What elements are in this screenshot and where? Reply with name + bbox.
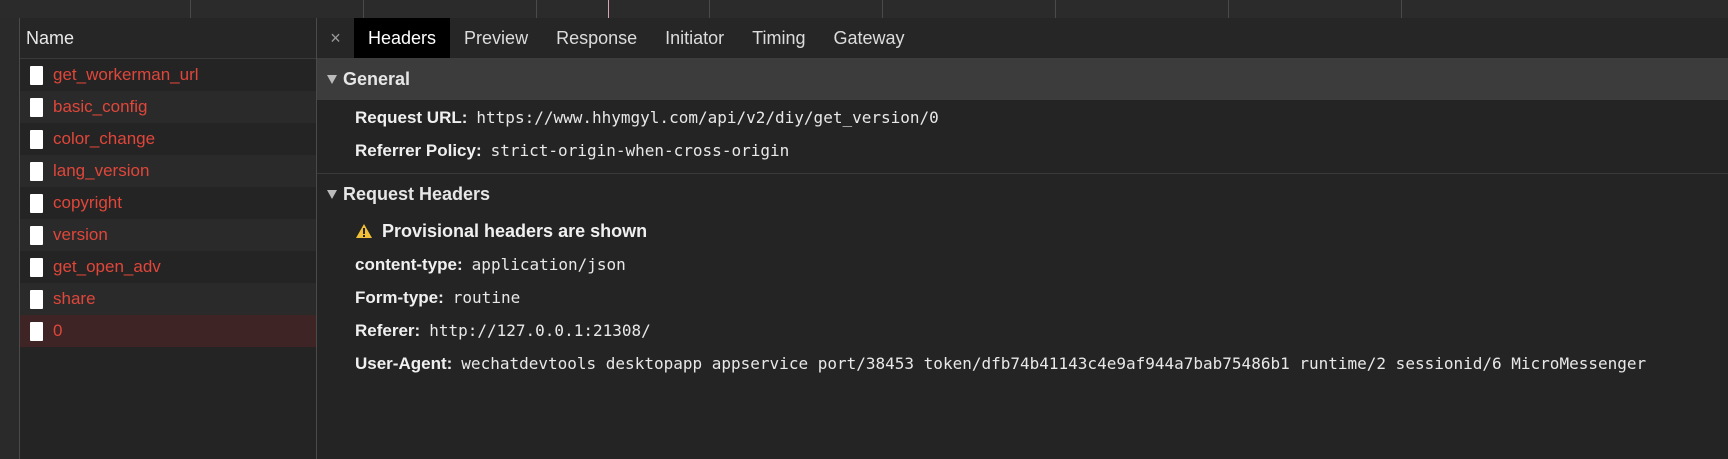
header-key: Form-type: [355,287,444,307]
document-icon [30,129,43,149]
header-key: content-type: [355,254,463,274]
timeline-gridline [709,0,710,18]
timeline-gridline [190,0,191,18]
document-icon [30,161,43,181]
timeline-gridline [363,0,364,18]
request-detail-panel: × Headers Preview Response Initiator Tim… [317,18,1728,459]
request-row[interactable]: version [20,219,316,251]
warning-text: Provisional headers are shown [382,220,648,241]
document-icon [30,257,43,277]
request-name: color_change [53,129,156,148]
tab-timing[interactable]: Timing [738,18,819,58]
triangle-down-icon [327,75,337,84]
request-row[interactable]: get_workerman_url [20,59,316,91]
request-row[interactable]: lang_version [20,155,316,187]
header-value: http://127.0.0.1:21308/ [429,321,651,340]
timeline-marker [608,0,609,18]
timeline-gridline [1055,0,1056,18]
request-header-row: Referer: http://127.0.0.1:21308/ [317,314,1728,347]
provisional-headers-warning: Provisional headers are shown [317,214,1728,248]
request-name: get_workerman_url [53,65,199,84]
document-icon [30,225,43,245]
request-row[interactable]: get_open_adv [20,251,316,283]
request-header-row: User-Agent: wechatdevtools desktopapp ap… [317,347,1728,380]
header-value: strict-origin-when-cross-origin [490,141,790,160]
header-value: application/json [471,255,626,274]
header-key: Request URL: [355,107,468,127]
header-value: routine [452,288,521,307]
document-icon [30,65,43,85]
detail-tabbar: × Headers Preview Response Initiator Tim… [317,18,1728,59]
request-name: version [53,225,108,244]
timeline-gridline [1401,0,1402,18]
tab-initiator[interactable]: Initiator [651,18,738,58]
timeline-gridline [1228,0,1229,18]
request-name: copyright [53,193,122,212]
triangle-down-icon [327,189,337,199]
general-section-title: General [343,69,411,89]
document-icon [30,97,43,117]
request-list-panel: Name get_workerman_url basic_config color_… [20,18,317,459]
header-key: User-Agent: [355,353,453,373]
name-column-header[interactable]: Name [20,18,316,59]
request-headers-section-header[interactable]: Request Headers [317,174,1728,214]
tab-response[interactable]: Response [542,18,651,58]
request-name: lang_version [53,161,150,180]
request-row[interactable]: copyright [20,187,316,219]
close-icon[interactable]: × [317,18,354,58]
timeline-gridline [536,0,537,18]
document-icon [30,193,43,213]
header-key: Referer: [355,320,421,340]
left-gutter [0,18,20,459]
header-value: wechatdevtools desktopapp appservice por… [461,354,1647,373]
request-name: 0 [53,321,63,340]
general-section-header[interactable]: General [317,59,1728,100]
general-row-request-url: Request URL: https://www.hhymgyl.com/api… [317,101,1728,134]
request-header-row: content-type: application/json [317,248,1728,281]
request-row[interactable]: color_change [20,123,316,155]
request-name: share [53,289,96,308]
request-header-row: Form-type: routine [317,281,1728,314]
request-row[interactable]: basic_config [20,91,316,123]
warning-icon [356,224,372,238]
document-icon [30,289,43,309]
request-row[interactable]: share [20,283,316,315]
tab-preview[interactable]: Preview [450,18,542,58]
request-row[interactable]: 0 [20,315,316,347]
tab-gateway[interactable]: Gateway [820,18,919,58]
document-icon [30,321,43,341]
timeline-gridline [882,0,883,18]
network-timeline-overview[interactable] [0,0,1728,19]
header-value: https://www.hhymgyl.com/api/v2/diy/get_v… [476,108,939,127]
request-name: basic_config [53,97,148,116]
header-key: Referrer Policy: [355,140,482,160]
request-list: get_workerman_url basic_config color_chang… [20,59,316,347]
request-headers-section-title: Request Headers [343,183,491,204]
request-name: get_open_adv [53,257,161,276]
devtools-network-view: Name get_workerman_url basic_config color_… [0,0,1728,459]
tab-headers[interactable]: Headers [354,18,451,58]
general-row-referrer-policy: Referrer Policy: strict-origin-when-cros… [317,134,1728,167]
